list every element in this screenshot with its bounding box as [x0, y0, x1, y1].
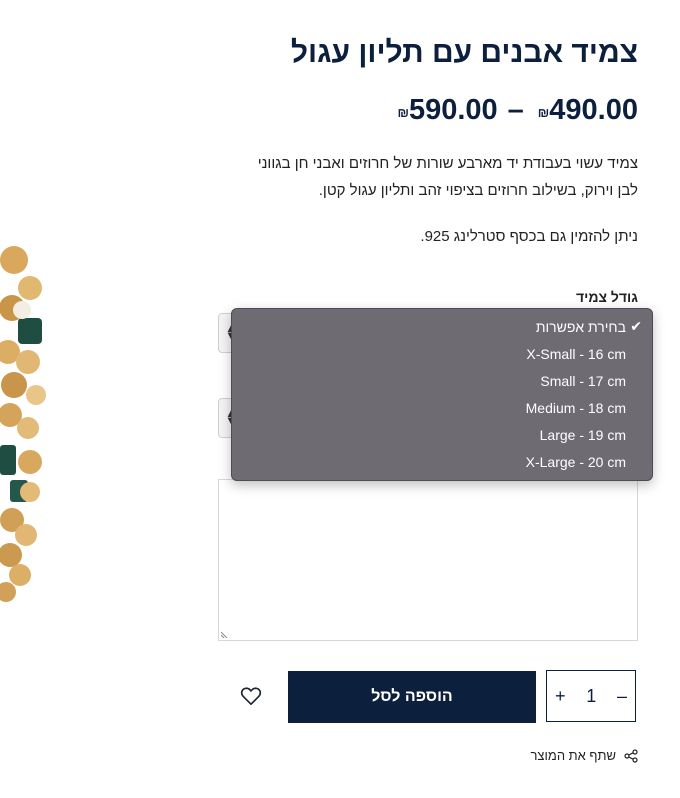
heart-icon[interactable]	[240, 686, 262, 706]
currency-symbol: ₪	[537, 105, 550, 120]
size-option-label: X-Small - 16 cm	[526, 346, 626, 362]
share-product-link[interactable]: שתף את המוצר	[530, 748, 638, 763]
price-max: 590.00	[408, 94, 498, 126]
size-option[interactable]: Medium - 18 cm	[526, 400, 626, 416]
currency-symbol: ₪	[397, 105, 409, 120]
product-price: ₪490.00–₪590.00	[393, 94, 638, 127]
size-option-label: X-Large - 20 cm	[525, 454, 626, 470]
share-icon	[624, 748, 638, 763]
product-image	[0, 230, 80, 620]
checkmark-icon: ✔	[630, 318, 642, 334]
product-description: צמיד עשוי בעבודת יד מארבע שורות של חרוזי…	[257, 155, 638, 199]
share-label: שתף את המוצר	[530, 748, 616, 763]
price-min: 490.00	[549, 94, 638, 126]
size-option-label: Small - 17 cm	[540, 373, 626, 389]
size-option[interactable]: Small - 17 cm	[540, 373, 626, 389]
quantity-stepper: + 1 –	[546, 670, 636, 722]
size-option[interactable]: X-Small - 16 cm	[526, 346, 626, 362]
quantity-value[interactable]: 1	[586, 686, 596, 707]
size-select-label: גודל צמיד	[575, 289, 638, 305]
size-option-label: Large - 19 cm	[539, 427, 626, 443]
resize-grip-icon[interactable]	[221, 630, 229, 638]
size-option-label: Medium - 18 cm	[525, 400, 626, 416]
add-to-cart-button[interactable]: הוספה לסל	[288, 671, 536, 723]
quantity-decrease-button[interactable]: –	[617, 686, 627, 707]
size-dropdown-menu[interactable]: ✔ בחירת אפשרות X-Small - 16 cm Small - 1…	[231, 308, 653, 481]
product-title: צמיד אבנים עם תליון עגול	[290, 36, 638, 69]
size-option[interactable]: Large - 19 cm	[540, 427, 626, 443]
size-option[interactable]: X-Large - 20 cm	[526, 454, 626, 470]
size-option-label: בחירת אפשרות	[535, 319, 626, 335]
quantity-increase-button[interactable]: +	[555, 686, 566, 707]
product-description-note: ניתן להזמין גם בכסף סטרלינג 925.	[420, 228, 638, 245]
size-option[interactable]: ✔ בחירת אפשרות	[535, 318, 642, 335]
price-dash: –	[507, 94, 524, 126]
custom-notes-textarea[interactable]	[218, 479, 638, 641]
